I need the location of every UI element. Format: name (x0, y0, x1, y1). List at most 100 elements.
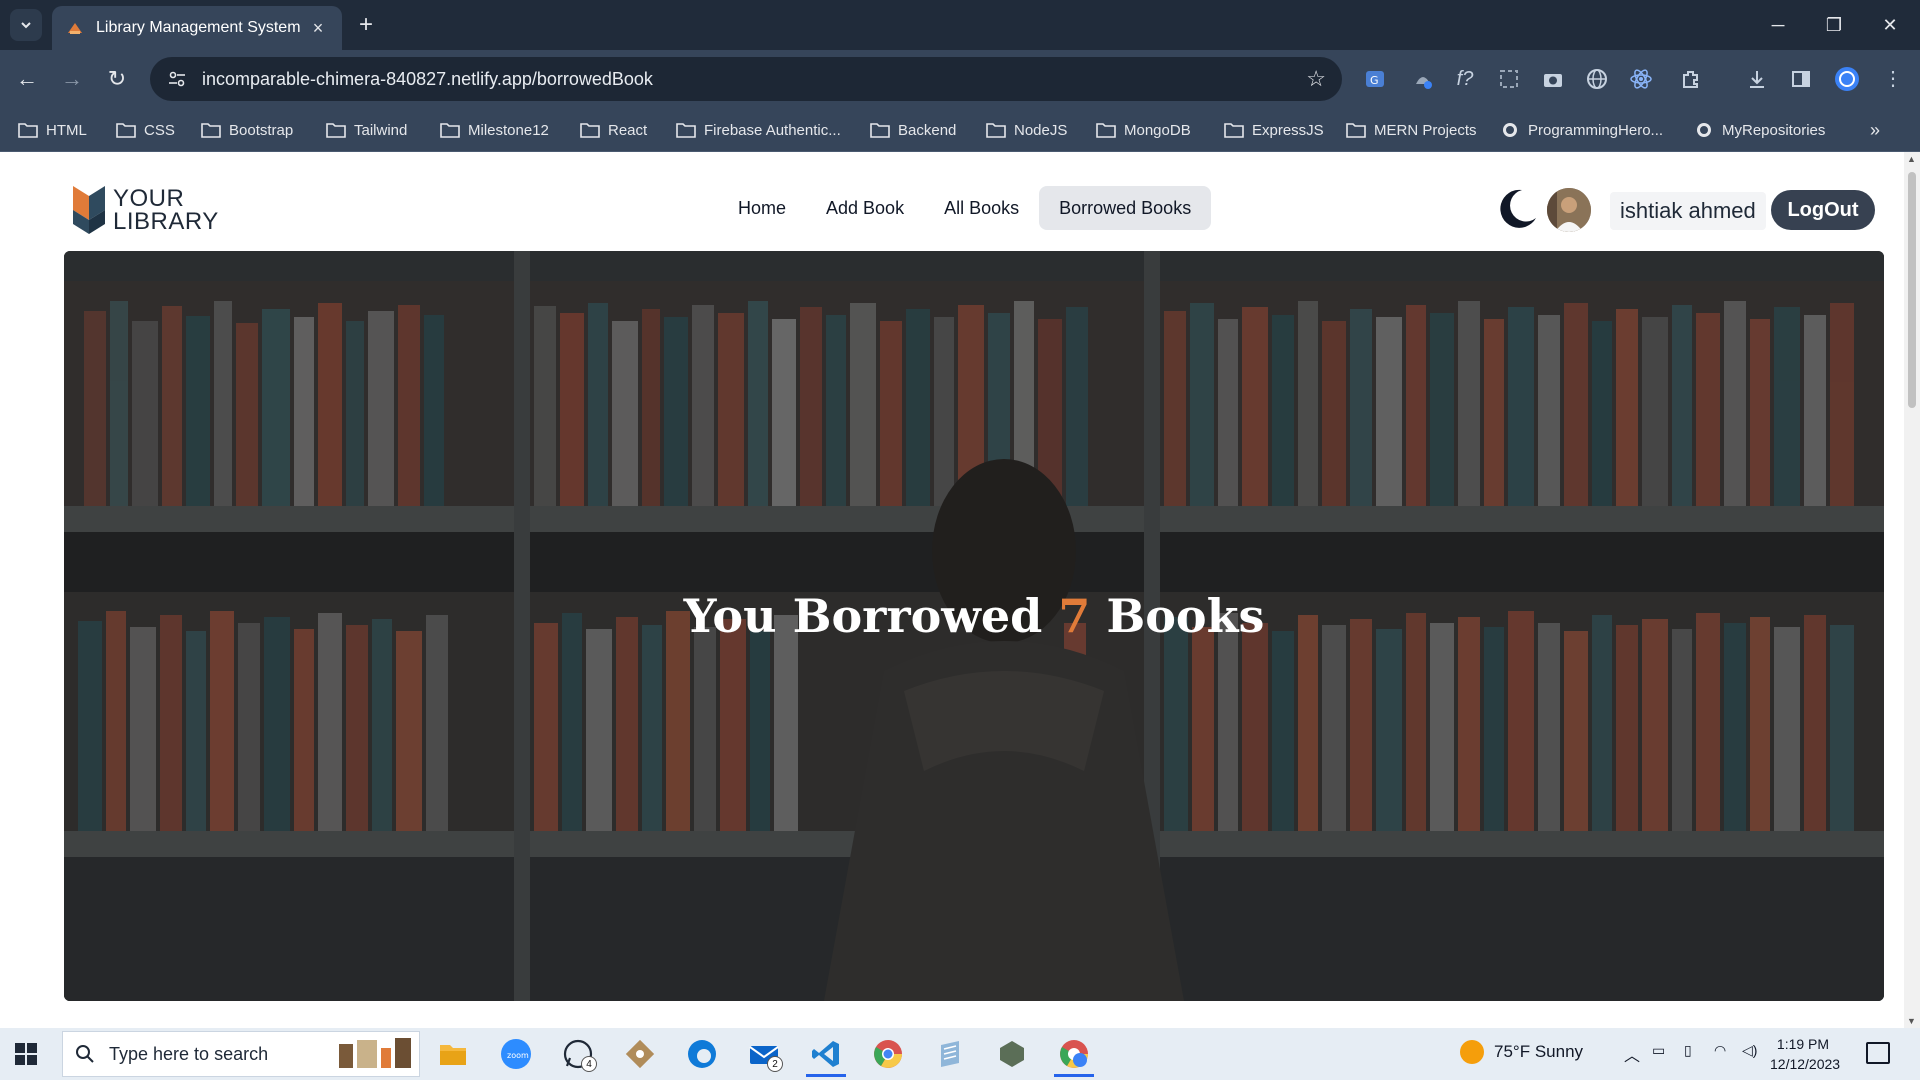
folder-icon (1346, 123, 1366, 138)
react-devtools-icon[interactable] (1626, 64, 1656, 94)
zoom-app[interactable]: zoom (493, 1034, 539, 1074)
close-window-button[interactable]: ✕ (1862, 0, 1918, 50)
hero-title: You Borrowed 7 Books (64, 589, 1884, 643)
restore-button[interactable]: ❐ (1806, 0, 1862, 50)
scrollbar-thumb[interactable] (1908, 172, 1916, 408)
taskbar-search[interactable]: Type here to search (62, 1031, 420, 1077)
mail-app[interactable]: 2 (741, 1034, 787, 1074)
side-panel-icon[interactable] (1786, 64, 1816, 94)
bookmark-tailwind[interactable]: Tailwind (326, 118, 407, 142)
page-scrollbar[interactable]: ▲ ▼ (1904, 152, 1920, 1028)
bookmark-backend[interactable]: Backend (870, 118, 956, 142)
nav-home[interactable]: Home (718, 186, 806, 230)
clock-time: 1:19 PM (1776, 1036, 1830, 1052)
tray-chevron-up-icon[interactable]: ︿ (1624, 1042, 1640, 1066)
tab-title: Library Management System (96, 19, 301, 36)
bookmark-myrepositories[interactable]: MyRepositories (1694, 118, 1825, 142)
folder-icon (870, 123, 890, 138)
menu-kebab-icon[interactable]: ⋮ (1878, 64, 1908, 94)
formula-extension-icon[interactable]: f? (1450, 64, 1480, 94)
site-settings-icon[interactable] (166, 68, 188, 90)
battery-icon[interactable]: ▭ (1652, 1042, 1665, 1059)
bookmark-bootstrap[interactable]: Bootstrap (201, 118, 293, 142)
extensions-puzzle-icon[interactable] (1676, 64, 1706, 94)
moon-icon[interactable] (1494, 186, 1540, 232)
back-button[interactable]: ← (10, 62, 44, 96)
bookmark-expressjs[interactable]: ExpressJS (1224, 118, 1324, 142)
bookmark-firebase[interactable]: Firebase Authentic... (676, 118, 841, 142)
bookmark-star-icon[interactable]: ☆ (1306, 66, 1326, 92)
node-app[interactable] (989, 1034, 1035, 1074)
bookmark-milestone12[interactable]: Milestone12 (440, 118, 549, 142)
logo-line-2: LIBRARY (113, 208, 219, 235)
edge-browser-app[interactable] (679, 1034, 725, 1074)
notepad-app[interactable] (927, 1034, 973, 1074)
search-icon (76, 1045, 94, 1063)
more-bookmarks-icon[interactable]: » (1870, 118, 1880, 142)
avatar[interactable] (1547, 188, 1591, 232)
file-explorer-app[interactable] (430, 1034, 476, 1074)
weather-text: 75°F Sunny (1494, 1042, 1584, 1061)
address-bar[interactable]: incomparable-chimera-840827.netlify.app/… (150, 57, 1342, 101)
borrowed-count: 7 (1058, 589, 1091, 643)
camera-extension-icon[interactable] (1538, 64, 1568, 94)
logout-button[interactable]: LogOut (1771, 190, 1875, 230)
minimize-button[interactable]: ─ (1750, 0, 1806, 50)
chrome-app[interactable] (865, 1034, 911, 1074)
device-icon[interactable]: ▯ (1684, 1042, 1692, 1059)
bookmark-mern-projects[interactable]: MERN Projects (1346, 118, 1477, 142)
username-label: ishtiak ahmed (1610, 192, 1766, 230)
nav-add-book[interactable]: Add Book (806, 186, 924, 230)
bookmark-programminghero[interactable]: ProgrammingHero... (1500, 118, 1663, 142)
nav-all-books[interactable]: All Books (924, 186, 1039, 230)
folder-icon (1096, 123, 1116, 138)
extension-icon[interactable] (1408, 64, 1438, 94)
reload-button[interactable]: ↻ (100, 62, 134, 96)
screenshot-extension-icon[interactable] (1494, 64, 1524, 94)
vscode-app[interactable] (803, 1034, 849, 1077)
hero-title-prefix: You Borrowed (683, 589, 1043, 643)
bookmark-nodejs[interactable]: NodeJS (986, 118, 1067, 142)
bookmark-mongodb[interactable]: MongoDB (1096, 118, 1191, 142)
close-tab-icon[interactable]: × (308, 18, 328, 39)
folder-icon (1224, 123, 1244, 138)
git-app[interactable] (617, 1034, 663, 1074)
mail-badge: 2 (767, 1056, 783, 1072)
search-highlight-image (339, 1038, 411, 1068)
folder-icon (986, 123, 1006, 138)
download-icon[interactable] (1742, 64, 1772, 94)
scroll-down-icon[interactable]: ▼ (1907, 1016, 1916, 1026)
globe-extension-icon[interactable] (1582, 64, 1612, 94)
chevron-down-icon (21, 22, 31, 29)
tab-search-button[interactable] (10, 9, 42, 41)
wifi-icon[interactable]: ◠ (1714, 1042, 1726, 1059)
windows-start-icon[interactable] (14, 1042, 38, 1066)
whatsapp-app[interactable]: 4 (555, 1034, 601, 1074)
sun-icon (1460, 1040, 1484, 1064)
new-tab-button[interactable]: + (350, 9, 382, 41)
nav-borrowed-books[interactable]: Borrowed Books (1039, 186, 1212, 230)
chrome-profile-app[interactable] (1051, 1034, 1097, 1077)
bookmark-react[interactable]: React (580, 118, 647, 142)
translate-extension-icon[interactable]: G (1360, 64, 1390, 94)
github-icon (1503, 123, 1517, 137)
scroll-up-icon[interactable]: ▲ (1907, 154, 1916, 164)
volume-icon[interactable]: ◁) (1742, 1042, 1757, 1059)
browser-tab[interactable]: Library Management System × (52, 6, 342, 50)
logo-text: YOUR LIBRARY (113, 187, 219, 235)
bookmark-html[interactable]: HTML (18, 118, 87, 142)
weather-widget[interactable]: 75°F Sunny (1460, 1040, 1583, 1064)
folder-icon (580, 123, 600, 138)
svg-text:G: G (1370, 74, 1379, 87)
system-clock[interactable]: 1:19 PM 12/12/2023 (1770, 1034, 1840, 1074)
forward-button[interactable]: → (55, 62, 89, 96)
svg-text:zoom: zoom (507, 1051, 529, 1060)
whatsapp-badge: 4 (581, 1056, 597, 1072)
profile-icon[interactable] (1832, 64, 1862, 94)
notification-center-icon[interactable] (1866, 1042, 1890, 1064)
folder-icon (116, 123, 136, 138)
page-viewport: YOUR LIBRARY Home Add Book All Books Bor… (0, 152, 1920, 1028)
site-logo[interactable]: YOUR LIBRARY (73, 184, 219, 236)
folder-icon (676, 123, 696, 138)
bookmark-css[interactable]: CSS (116, 118, 175, 142)
